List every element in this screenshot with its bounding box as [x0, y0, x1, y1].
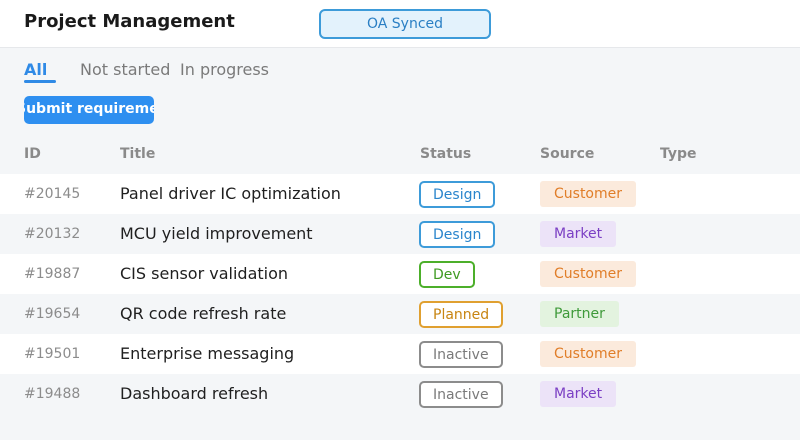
- table-row[interactable]: #20132 MCU yield improvement Design Market: [0, 214, 800, 254]
- row-id: #19488: [24, 386, 81, 402]
- row-title[interactable]: Dashboard refresh: [120, 384, 268, 403]
- tab-all[interactable]: All: [24, 60, 47, 79]
- column-header-id: ID: [24, 146, 41, 162]
- column-header-source: Source: [540, 146, 595, 162]
- source-tag: Customer: [540, 341, 637, 367]
- table-row[interactable]: #20145 Panel driver IC optimization Design…: [0, 174, 800, 214]
- page-title: Project Management: [24, 11, 235, 32]
- column-header-type: Type: [660, 146, 697, 162]
- table-row[interactable]: #19654 QR code refresh rate Planned Partner: [0, 294, 800, 334]
- tab-not-started[interactable]: Not started: [80, 60, 170, 79]
- source-tag: Partner: [540, 301, 619, 327]
- row-title[interactable]: MCU yield improvement: [120, 224, 313, 243]
- column-header-title: Title: [120, 146, 156, 162]
- status-badge: Design: [419, 221, 496, 248]
- status-badge: Dev: [419, 261, 475, 288]
- row-id: #19501: [24, 346, 81, 362]
- source-tag: Customer: [540, 261, 637, 287]
- row-id: #20145: [24, 186, 81, 202]
- requirements-table: #20145 Panel driver IC optimization Design…: [0, 174, 800, 414]
- submit-requirement-button[interactable]: Submit requirement: [24, 96, 154, 124]
- status-badge: Design: [419, 181, 496, 208]
- status-badge: Inactive: [419, 381, 503, 408]
- tab-in-progress[interactable]: In progress: [180, 60, 269, 79]
- submit-requirement-label: Submit requirement: [24, 101, 154, 117]
- row-title[interactable]: CIS sensor validation: [120, 264, 288, 283]
- app-header: Project Management OA Synced: [0, 0, 800, 48]
- row-title[interactable]: Panel driver IC optimization: [120, 184, 341, 203]
- row-id: #20132: [24, 226, 81, 242]
- source-tag: Market: [540, 381, 617, 407]
- table-row[interactable]: #19501 Enterprise messaging Inactive Custom…: [0, 334, 800, 374]
- column-header-status: Status: [420, 146, 472, 162]
- status-badge: Planned: [419, 301, 504, 328]
- source-tag: Customer: [540, 181, 637, 207]
- row-title[interactable]: QR code refresh rate: [120, 304, 286, 323]
- row-id: #19654: [24, 306, 81, 322]
- table-row[interactable]: #19887 CIS sensor validation Dev Customer: [0, 254, 800, 294]
- status-badge: Inactive: [419, 341, 503, 368]
- source-tag: Market: [540, 221, 617, 247]
- row-title[interactable]: Enterprise messaging: [120, 344, 294, 363]
- row-id: #19887: [24, 266, 81, 282]
- table-row[interactable]: #19488 Dashboard refresh Inactive Market: [0, 374, 800, 414]
- oa-sync-badge[interactable]: OA Synced: [319, 9, 491, 39]
- active-tab-indicator: [24, 80, 56, 83]
